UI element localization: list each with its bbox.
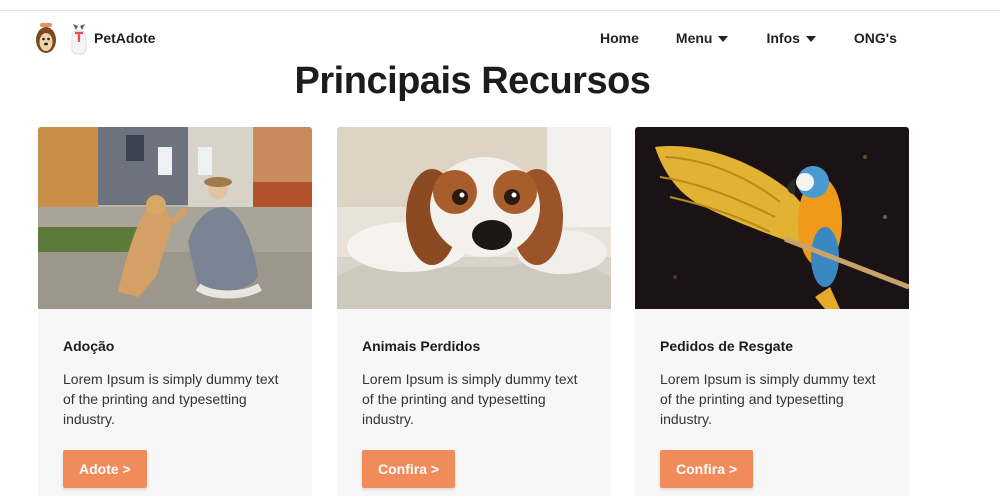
nav-menu-label: Menu — [675, 30, 713, 46]
nav-ongs-label: ONG's — [853, 30, 897, 46]
nav-infos-label: Infos — [766, 30, 800, 46]
navbar: PetAdote Home Menu Infos ONG's — [0, 16, 1000, 62]
card-adocao: Adoção Lorem Ipsum is simply dummy text … — [38, 127, 312, 496]
card-description: Lorem Ipsum is simply dummy text of the … — [63, 371, 279, 427]
card-description: Lorem Ipsum is simply dummy text of the … — [362, 371, 578, 427]
caret-down-icon — [805, 35, 816, 42]
main-nav: Home Menu Infos ONG's — [600, 30, 897, 46]
card-title: Adoção — [63, 338, 115, 354]
nav-infos-dropdown[interactable]: Infos — [766, 30, 816, 46]
cat-mascot-icon — [71, 24, 87, 55]
adote-button[interactable]: Adote > — [63, 450, 147, 488]
brand-logo[interactable]: PetAdote — [34, 20, 155, 56]
top-divider — [0, 10, 1000, 11]
lost-animals-photo — [337, 127, 611, 309]
dog-mascot-icon — [36, 23, 56, 53]
nav-home-label: Home — [600, 30, 639, 46]
card-title: Pedidos de Resgate — [660, 338, 794, 354]
brand-name: PetAdote — [94, 30, 156, 46]
card-title: Animais Perdidos — [362, 338, 481, 354]
adoption-photo — [38, 127, 312, 309]
card-description: Lorem Ipsum is simply dummy text of the … — [660, 371, 876, 427]
confira-lost-button[interactable]: Confira > — [362, 450, 456, 488]
caret-down-icon — [718, 35, 729, 42]
section-title: Principais Recursos — [294, 60, 651, 102]
card-pedidos-resgate: Pedidos de Resgate Lorem Ipsum is simply… — [635, 127, 909, 496]
confira-rescue-button[interactable]: Confira > — [660, 450, 754, 488]
nav-home-link[interactable]: Home — [600, 30, 639, 46]
nav-ongs-link[interactable]: ONG's — [854, 30, 897, 46]
nav-menu-dropdown[interactable]: Menu — [676, 30, 729, 46]
card-animais-perdidos: Animais Perdidos Lorem Ipsum is simply d… — [337, 127, 611, 496]
rescue-parrot-photo — [635, 127, 909, 309]
